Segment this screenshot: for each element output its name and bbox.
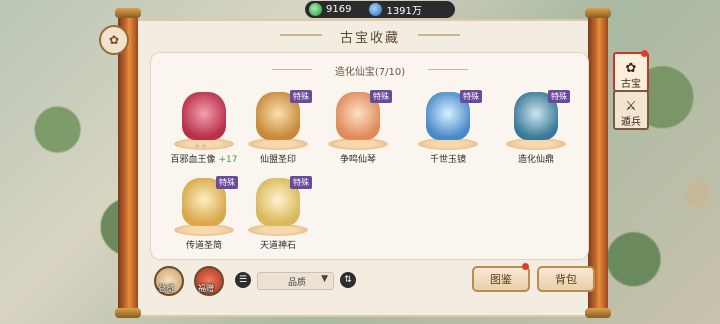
tab-label: 遁兵 [621,117,641,128]
scroll-rod-left [115,8,141,318]
item-name: 天道神石 [259,241,296,251]
special-badge: 特殊 [290,90,312,103]
special-badge: 特殊 [548,90,570,103]
weapon-tab-icon: ⚔ [625,99,637,114]
treasure-tab-icon: ✿ [625,61,637,76]
close-seal-icon[interactable]: ✿ [99,25,129,55]
subtitle-ornament-right [428,69,468,70]
special-badge: 特殊 [216,176,238,189]
treasure-icon [182,92,226,140]
title-ornament-left [280,34,322,36]
jade-currency: 9169 [305,3,351,16]
gift-label: 福赠 [198,284,214,293]
filter-icon[interactable]: ☰ [235,272,251,288]
star-rating: ★★ [193,142,208,152]
item-name: 仙盟圣印 [259,155,296,165]
page-title: 古宝收藏 [339,31,400,46]
bag-button[interactable]: 背包 [537,266,595,292]
item-bonus: +17 [218,155,238,165]
overview-label: 总览 [158,284,174,293]
treasure-item[interactable]: ★★ 百邪血王像 +17 [168,86,240,165]
special-badge: 特殊 [460,90,482,103]
item-name: 传道圣简 [185,241,222,251]
treasure-item[interactable]: 特殊 仙盟圣印 [242,86,314,165]
spirit-stone-amount: 1391万 [386,6,422,17]
spirit-stone-currency: 1391万 [365,2,422,17]
treasure-item[interactable]: 特殊 传道圣简 [168,172,240,251]
notification-dot [522,263,529,270]
tab-treasure[interactable]: ✿ 古宝 [613,52,649,92]
quality-select[interactable]: 品质 ▼ [257,272,334,290]
notification-dot [641,50,648,57]
subtitle-ornament-left [272,69,312,70]
item-name: 千世玉镜 [429,155,466,165]
spirit-stone-icon [369,3,383,16]
tab-weapons[interactable]: ⚔ 遁兵 [613,90,649,130]
treasure-item[interactable]: 特殊 争鸣仙琴 [322,86,394,165]
special-badge: 特殊 [370,90,392,103]
collection-subtitle: 造化仙宝(7/10) [334,67,406,78]
item-name: 造化仙鼎 [517,155,554,165]
tab-label: 古宝 [621,79,641,90]
item-name: 争鸣仙琴 [339,155,376,165]
chevron-down-icon: ▼ [321,274,328,284]
treasure-item[interactable]: 特殊 造化仙鼎 [500,86,572,165]
treasure-item[interactable]: 特殊 天道神石 [242,172,314,251]
title-ornament-right [418,34,460,36]
jade-coin-icon [309,3,322,16]
treasure-item[interactable]: 特殊 千世玉镜 [412,86,484,165]
jade-amount: 9169 [326,4,352,15]
catalog-button[interactable]: 图鉴 [472,266,530,292]
sort-icon[interactable]: ⇅ [340,272,356,288]
currency-bar: 9169 1391万 [305,1,455,18]
item-name: 百邪血王像 +17 [170,155,238,165]
select-value: 品质 [288,278,307,288]
special-badge: 特殊 [290,176,312,189]
